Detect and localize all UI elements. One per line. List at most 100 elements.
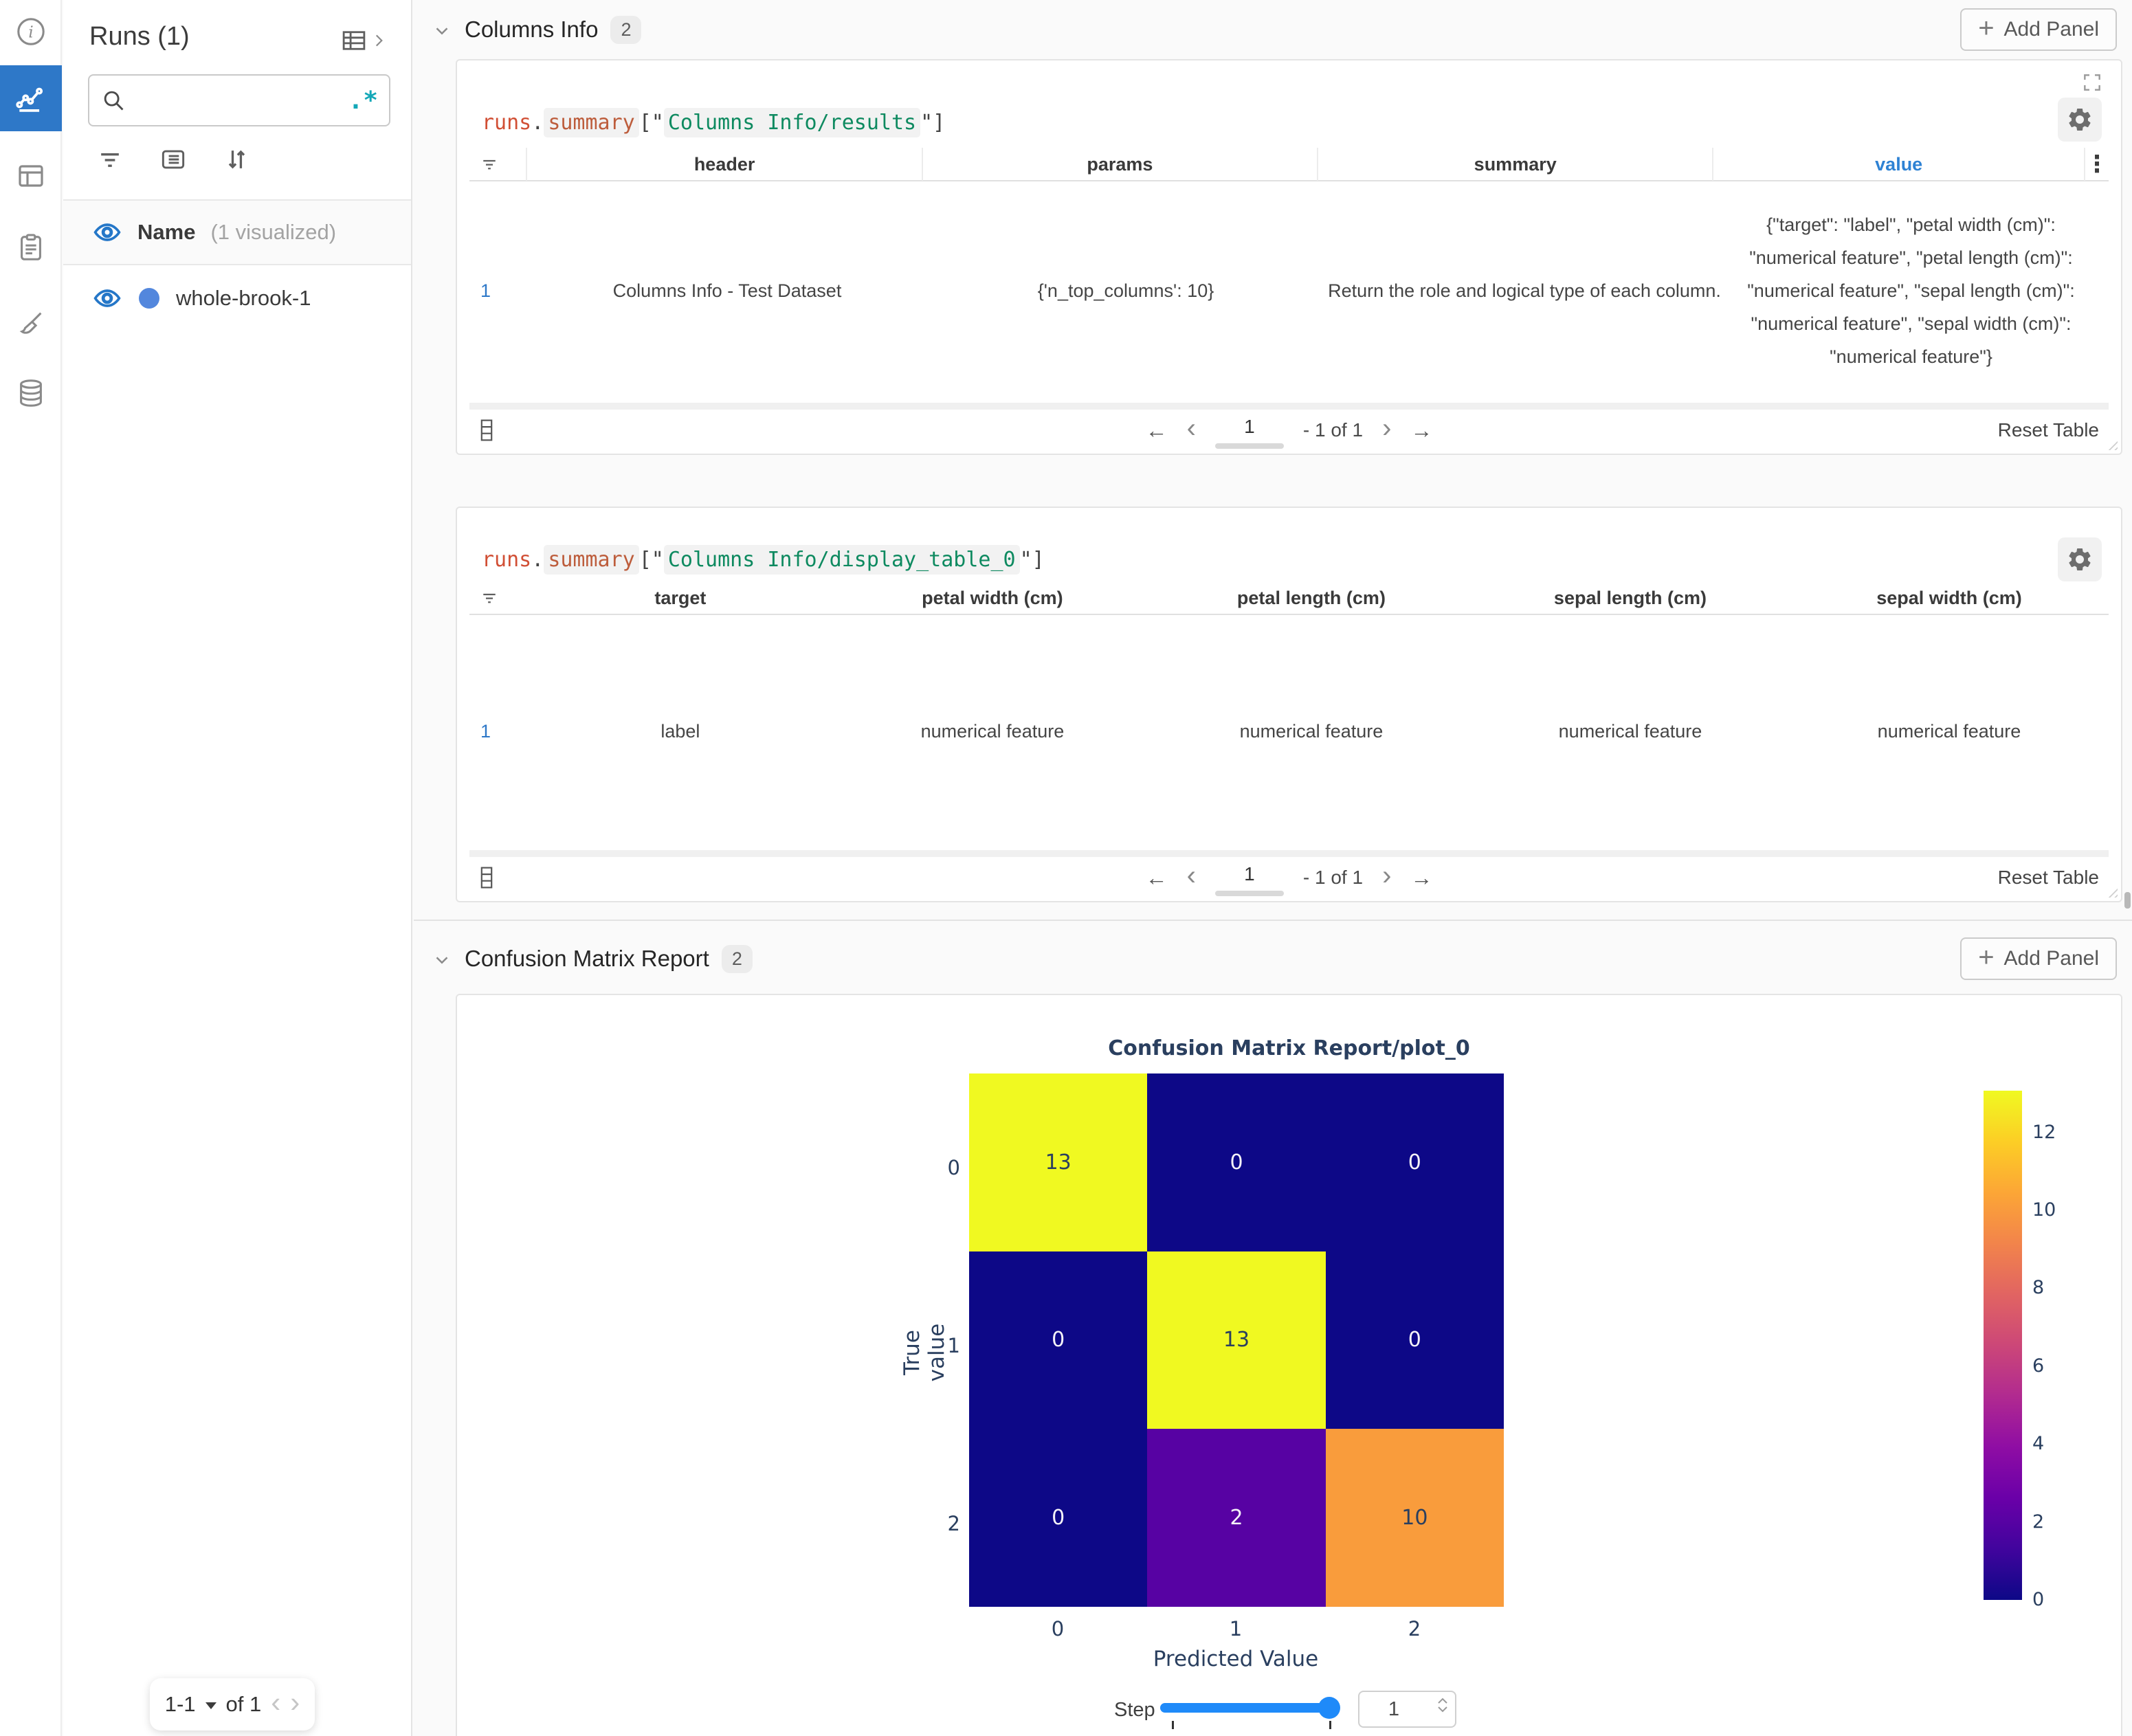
svg-text:i: i [28, 23, 33, 41]
runs-search-input[interactable] [136, 89, 348, 112]
first-page-arrow[interactable]: ← [1146, 865, 1168, 891]
step-control-row: Step [457, 1691, 2121, 1732]
runs-next-page-chevron[interactable]: › [290, 1688, 300, 1717]
add-panel-button[interactable]: + Add Panel [1960, 8, 2117, 51]
column-header[interactable]: params [923, 148, 1318, 181]
results-table-panel: runs.summary["Columns Info/results"] hea… [456, 59, 2122, 455]
panel-query-expression[interactable]: runs.summary["Columns Info/display_table… [482, 544, 1045, 575]
heatmap-cell: 0 [1326, 1251, 1504, 1429]
group-list-icon[interactable] [158, 144, 188, 175]
slider-tick-mark [1329, 1721, 1331, 1729]
heatmap-cell: 0 [1326, 1073, 1504, 1251]
clipboard-icon [15, 232, 47, 263]
gear-icon [2066, 106, 2094, 133]
panel-table-icon [14, 159, 47, 192]
column-header[interactable]: sepal width (cm) [1790, 581, 2109, 614]
cell-sepal-length: numerical feature [1471, 615, 1790, 847]
pagination-controls: ← ‹ - 1 of 1 › → [469, 412, 2109, 449]
regex-toggle-icon[interactable]: .* [348, 87, 378, 115]
chevron-down-icon [1437, 1706, 1448, 1713]
broom-icon [15, 307, 47, 339]
x-axis-tick: 1 [1208, 1617, 1263, 1640]
column-header[interactable]: petal width (cm) [833, 581, 1152, 614]
runs-sidebar: Runs (1) .* [63, 0, 412, 1736]
table-filter-cell[interactable] [469, 581, 528, 614]
runs-page-total: of 1 [226, 1692, 262, 1717]
column-header[interactable]: summary [1318, 148, 1713, 181]
run-visibility-eye-icon[interactable] [92, 283, 122, 313]
prev-page-chevron[interactable]: ‹ [1187, 862, 1196, 889]
display-table-panel: runs.summary["Columns Info/display_table… [456, 507, 2122, 902]
first-page-arrow[interactable]: ← [1146, 418, 1168, 443]
panel-query-expression[interactable]: runs.summary["Columns Info/results"] [482, 107, 945, 137]
row-index-link[interactable]: 1 [469, 615, 528, 847]
step-value-input[interactable] [1358, 1691, 1456, 1728]
runs-table-toggle-button[interactable] [340, 26, 388, 55]
heatmap-cell: 2 [1147, 1429, 1325, 1607]
add-panel-button[interactable]: + Add Panel [1960, 937, 2117, 980]
section-title[interactable]: Confusion Matrix Report [465, 946, 709, 972]
page-number-input[interactable] [1215, 412, 1284, 449]
column-header-value[interactable]: value [1713, 148, 2085, 181]
nav-logs[interactable] [0, 223, 62, 272]
cell-petal-length: numerical feature [1152, 615, 1471, 847]
colorbar [1984, 1091, 2022, 1600]
chevron-right-icon [370, 32, 388, 49]
runs-page-range[interactable]: 1-1 [165, 1692, 196, 1717]
heatmap-cell: 10 [1326, 1429, 1504, 1607]
x-axis-tick: 0 [1030, 1617, 1085, 1640]
prev-page-chevron[interactable]: ‹ [1187, 414, 1196, 442]
page-number-input[interactable] [1215, 859, 1284, 896]
step-slider-track[interactable] [1160, 1703, 1338, 1713]
slider-tick-mark [1172, 1721, 1174, 1729]
filter-icon [479, 154, 500, 175]
heatmap-grid: 130001300210 [969, 1073, 1504, 1607]
page-size-dropdown-icon[interactable] [206, 1702, 216, 1709]
nav-sweeps[interactable] [0, 298, 62, 348]
nav-panels[interactable] [0, 151, 62, 201]
column-header[interactable]: petal length (cm) [1152, 581, 1471, 614]
plus-icon: + [1978, 13, 1994, 44]
chevron-up-icon [1437, 1698, 1448, 1704]
next-page-chevron[interactable]: › [1382, 414, 1391, 442]
column-kebab-menu-icon[interactable]: ⋮ [2085, 148, 2109, 181]
filter-icon[interactable] [95, 144, 125, 175]
stepper-spinner[interactable] [1437, 1698, 1448, 1713]
runs-prev-page-chevron[interactable]: ‹ [271, 1688, 280, 1717]
column-header[interactable]: target [528, 581, 833, 614]
panel-settings-button[interactable] [2058, 537, 2102, 581]
page-input-underline [1215, 443, 1284, 449]
row-index-link[interactable]: 1 [469, 181, 528, 400]
step-slider-handle[interactable] [1318, 1697, 1340, 1719]
run-row[interactable]: whole-brook-1 [63, 265, 411, 331]
section-collapse-chevron-icon[interactable] [432, 950, 452, 970]
visibility-eye-icon[interactable] [92, 217, 122, 247]
run-name[interactable]: whole-brook-1 [176, 286, 311, 311]
column-header[interactable]: sepal length (cm) [1471, 581, 1790, 614]
fullscreen-icon[interactable] [2081, 71, 2103, 93]
heatmap-cell: 0 [969, 1429, 1147, 1607]
cell-sepal-width: numerical feature [1790, 615, 2109, 847]
step-label: Step [1114, 1699, 1155, 1722]
run-color-dot [139, 288, 159, 309]
nav-workspace-charts[interactable] [0, 65, 62, 131]
sort-icon[interactable] [221, 144, 252, 175]
table-filter-cell[interactable] [469, 148, 527, 181]
next-page-chevron[interactable]: › [1382, 862, 1391, 889]
column-header[interactable]: header [527, 148, 922, 181]
section-title[interactable]: Columns Info [465, 16, 598, 43]
last-page-arrow[interactable]: → [1410, 418, 1432, 443]
display-table-body: 1 label numerical feature numerical feat… [469, 615, 2109, 847]
heatmap-cell: 13 [969, 1073, 1147, 1251]
panel-settings-button[interactable] [2058, 98, 2102, 142]
nav-info[interactable]: i [0, 7, 62, 56]
last-page-arrow[interactable]: → [1410, 865, 1432, 891]
nav-artifacts[interactable] [0, 368, 62, 418]
section-panel-count-badge: 2 [722, 945, 753, 973]
heatmap-cell: 13 [1147, 1251, 1325, 1429]
colorbar-tick-label: 0 [2032, 1589, 2044, 1610]
scrollbar-thumb[interactable] [2124, 892, 2131, 909]
section-collapse-chevron-icon[interactable] [432, 21, 452, 41]
table-footer-divider [469, 850, 2109, 857]
cell-params: {'n_top_columns': 10} [926, 181, 1325, 400]
